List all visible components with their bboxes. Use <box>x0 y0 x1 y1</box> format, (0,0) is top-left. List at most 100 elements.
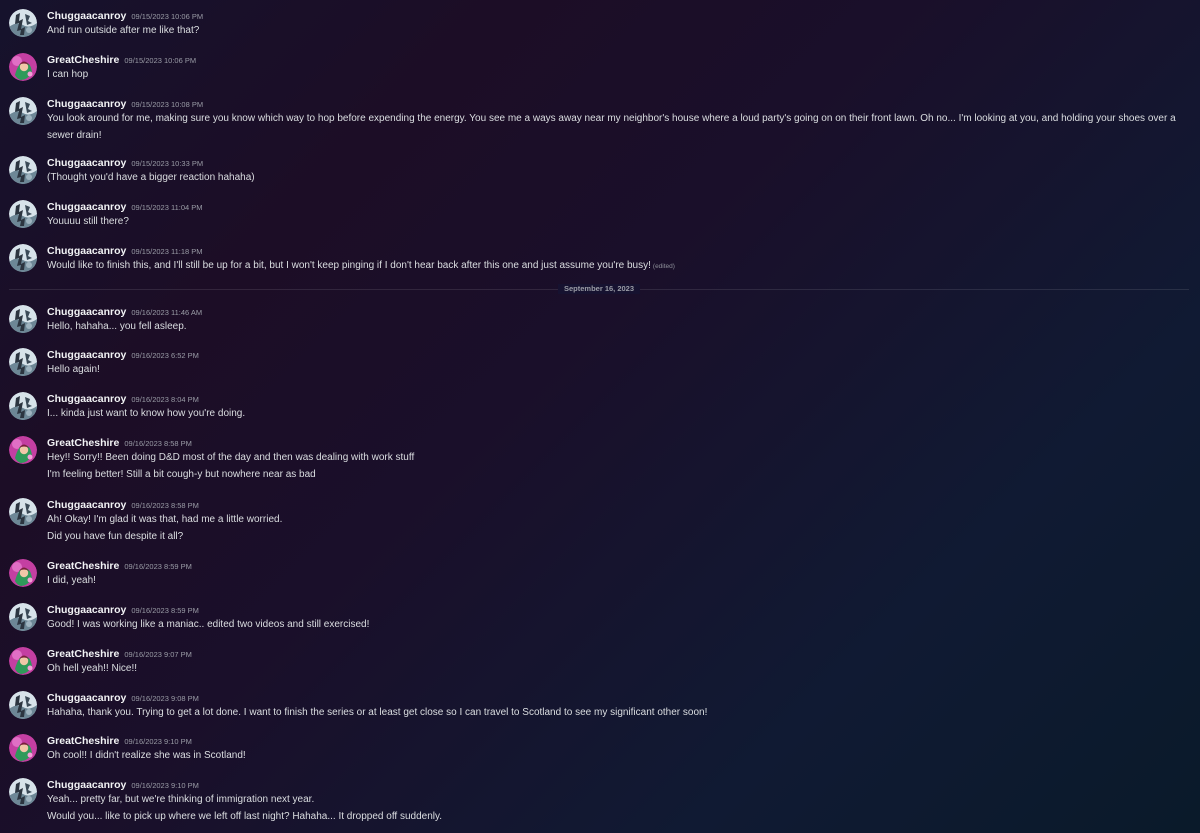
message-timestamp: 09/16/2023 8:58 PM <box>131 501 199 510</box>
message-header: GreatCheshire 09/16/2023 9:07 PM <box>47 646 192 660</box>
message-header: Chuggaacanroy 09/16/2023 8:04 PM <box>47 391 199 405</box>
avatar-chuggaacanroy-icon[interactable] <box>9 200 37 228</box>
message-timestamp: 09/16/2023 8:58 PM <box>124 439 192 448</box>
message-text: You look around for me, making sure you … <box>47 111 1186 126</box>
message-timestamp: 09/16/2023 11:46 AM <box>131 308 203 317</box>
message-timestamp: 09/16/2023 9:10 PM <box>124 737 192 746</box>
message-header: Chuggaacanroy 09/16/2023 6:52 PM <box>47 347 199 361</box>
avatar-chuggaacanroy-icon[interactable] <box>9 156 37 184</box>
message-username[interactable]: GreatCheshire <box>47 735 119 747</box>
message-username[interactable]: Chuggaacanroy <box>47 604 126 616</box>
message-text: Would like to finish this, and I'll stil… <box>47 258 1186 274</box>
message-header: Chuggaacanroy 09/15/2023 11:18 PM <box>47 243 203 257</box>
chat-message-list[interactable]: September 16, 2023 Chuggaacanroy 09/15/20… <box>0 0 1200 833</box>
message-header: Chuggaacanroy 09/16/2023 8:58 PM <box>47 497 199 511</box>
message-username[interactable]: Chuggaacanroy <box>47 98 126 110</box>
message-text: And run outside after me like that? <box>47 23 1186 38</box>
message-header: Chuggaacanroy 09/16/2023 8:59 PM <box>47 602 199 616</box>
avatar-chuggaacanroy-icon[interactable] <box>9 348 37 376</box>
message-text: Hello, hahaha... you fell asleep. <box>47 319 1186 334</box>
message-text: Did you have fun despite it all? <box>47 529 1186 544</box>
avatar-chuggaacanroy-icon[interactable] <box>9 305 37 333</box>
message-text-content: Would like to finish this, and I'll stil… <box>47 260 651 271</box>
message-text: (Thought you'd have a bigger reaction ha… <box>47 170 1186 185</box>
message-text-content: You look around for me, making sure you … <box>47 113 1176 124</box>
message-username[interactable]: Chuggaacanroy <box>47 306 126 318</box>
message-username[interactable]: GreatCheshire <box>47 648 119 660</box>
message-header: GreatCheshire 09/15/2023 10:06 PM <box>47 52 196 66</box>
message-text-content: I'm feeling better! Still a bit cough-y … <box>47 469 316 480</box>
message-text: Would you... like to pick up where we le… <box>47 809 1186 824</box>
message-text: I can hop <box>47 67 1186 82</box>
message-username[interactable]: Chuggaacanroy <box>47 10 126 22</box>
message-text-content: Hello again! <box>47 364 100 375</box>
message-timestamp: 09/16/2023 9:08 PM <box>131 694 199 703</box>
message-timestamp: 09/16/2023 8:59 PM <box>131 606 199 615</box>
message-timestamp: 09/15/2023 11:18 PM <box>131 247 203 256</box>
avatar-chuggaacanroy-icon[interactable] <box>9 97 37 125</box>
message-header: Chuggaacanroy 09/16/2023 11:46 AM <box>47 304 202 318</box>
message-header: Chuggaacanroy 09/15/2023 11:04 PM <box>47 199 203 213</box>
avatar-chuggaacanroy-icon[interactable] <box>9 691 37 719</box>
message-text: Yeah... pretty far, but we're thinking o… <box>47 792 1186 807</box>
message-text: Hey!! Sorry!! Been doing D&D most of the… <box>47 450 1186 465</box>
message-username[interactable]: GreatCheshire <box>47 54 119 66</box>
avatar-greatcheshire-icon[interactable] <box>9 559 37 587</box>
message-username[interactable]: Chuggaacanroy <box>47 499 126 511</box>
message-text-content: sewer drain! <box>47 130 102 141</box>
message-text-content: I... kinda just want to know how you're … <box>47 408 246 419</box>
message-text-content: Good! I was working like a maniac.. edit… <box>47 619 370 630</box>
message-text-content: And run outside after me like that? <box>47 25 200 36</box>
message-header: GreatCheshire 09/16/2023 8:59 PM <box>47 558 192 572</box>
message-text: sewer drain! <box>47 128 1186 143</box>
message-timestamp: 09/15/2023 10:08 PM <box>131 100 204 109</box>
day-divider: September 16, 2023 <box>9 284 1189 294</box>
avatar-greatcheshire-icon[interactable] <box>9 734 37 762</box>
day-divider-label: September 16, 2023 <box>557 284 641 294</box>
message-text-content: I can hop <box>47 69 89 80</box>
message-text: I... kinda just want to know how you're … <box>47 406 1186 421</box>
avatar-chuggaacanroy-icon[interactable] <box>9 778 37 806</box>
message-username[interactable]: GreatCheshire <box>47 437 119 449</box>
avatar-greatcheshire-icon[interactable] <box>9 53 37 81</box>
avatar-chuggaacanroy-icon[interactable] <box>9 244 37 272</box>
message-timestamp: 09/15/2023 10:06 PM <box>131 12 204 21</box>
message-timestamp: 09/16/2023 6:52 PM <box>131 351 199 360</box>
message-header: Chuggaacanroy 09/16/2023 9:10 PM <box>47 777 199 791</box>
message-text-content: Oh cool!! I didn't realize she was in Sc… <box>47 750 246 761</box>
message-username[interactable]: Chuggaacanroy <box>47 393 126 405</box>
message-text-content: Hahaha, thank you. Trying to get a lot d… <box>47 707 708 718</box>
message-timestamp: 09/16/2023 9:10 PM <box>131 781 199 790</box>
avatar-greatcheshire-icon[interactable] <box>9 647 37 675</box>
message-text: Youuuu still there? <box>47 214 1186 229</box>
message-timestamp: 09/16/2023 9:07 PM <box>124 650 192 659</box>
avatar-chuggaacanroy-icon[interactable] <box>9 392 37 420</box>
message-text: Good! I was working like a maniac.. edit… <box>47 617 1186 632</box>
message-timestamp: 09/15/2023 11:04 PM <box>131 203 203 212</box>
message-username[interactable]: Chuggaacanroy <box>47 157 126 169</box>
avatar-chuggaacanroy-icon[interactable] <box>9 603 37 631</box>
message-text-content: Youuuu still there? <box>47 216 129 227</box>
message-username[interactable]: Chuggaacanroy <box>47 692 126 704</box>
message-header: Chuggaacanroy 09/15/2023 10:06 PM <box>47 8 203 22</box>
message-timestamp: 09/16/2023 8:04 PM <box>131 395 199 404</box>
avatar-chuggaacanroy-icon[interactable] <box>9 9 37 37</box>
message-username[interactable]: Chuggaacanroy <box>47 245 126 257</box>
message-username[interactable]: Chuggaacanroy <box>47 349 126 361</box>
message-username[interactable]: Chuggaacanroy <box>47 201 126 213</box>
message-header: Chuggaacanroy 09/15/2023 10:08 PM <box>47 96 203 110</box>
message-text: Oh cool!! I didn't realize she was in Sc… <box>47 748 1186 763</box>
message-username[interactable]: Chuggaacanroy <box>47 779 126 791</box>
message-text-content: Hello, hahaha... you fell asleep. <box>47 321 187 332</box>
message-text: Hahaha, thank you. Trying to get a lot d… <box>47 705 1186 720</box>
message-header: GreatCheshire 09/16/2023 8:58 PM <box>47 435 192 449</box>
message-text-content: (Thought you'd have a bigger reaction ha… <box>47 172 255 183</box>
avatar-greatcheshire-icon[interactable] <box>9 436 37 464</box>
message-username[interactable]: GreatCheshire <box>47 560 119 572</box>
avatar-chuggaacanroy-icon[interactable] <box>9 498 37 526</box>
message-text-content: Did you have fun despite it all? <box>47 531 184 542</box>
message-timestamp: 09/16/2023 8:59 PM <box>124 562 192 571</box>
message-text: Ah! Okay! I'm glad it was that, had me a… <box>47 512 1186 527</box>
message-text-content: Oh hell yeah!! Nice!! <box>47 663 138 674</box>
message-text-content: Yeah... pretty far, but we're thinking o… <box>47 794 315 805</box>
